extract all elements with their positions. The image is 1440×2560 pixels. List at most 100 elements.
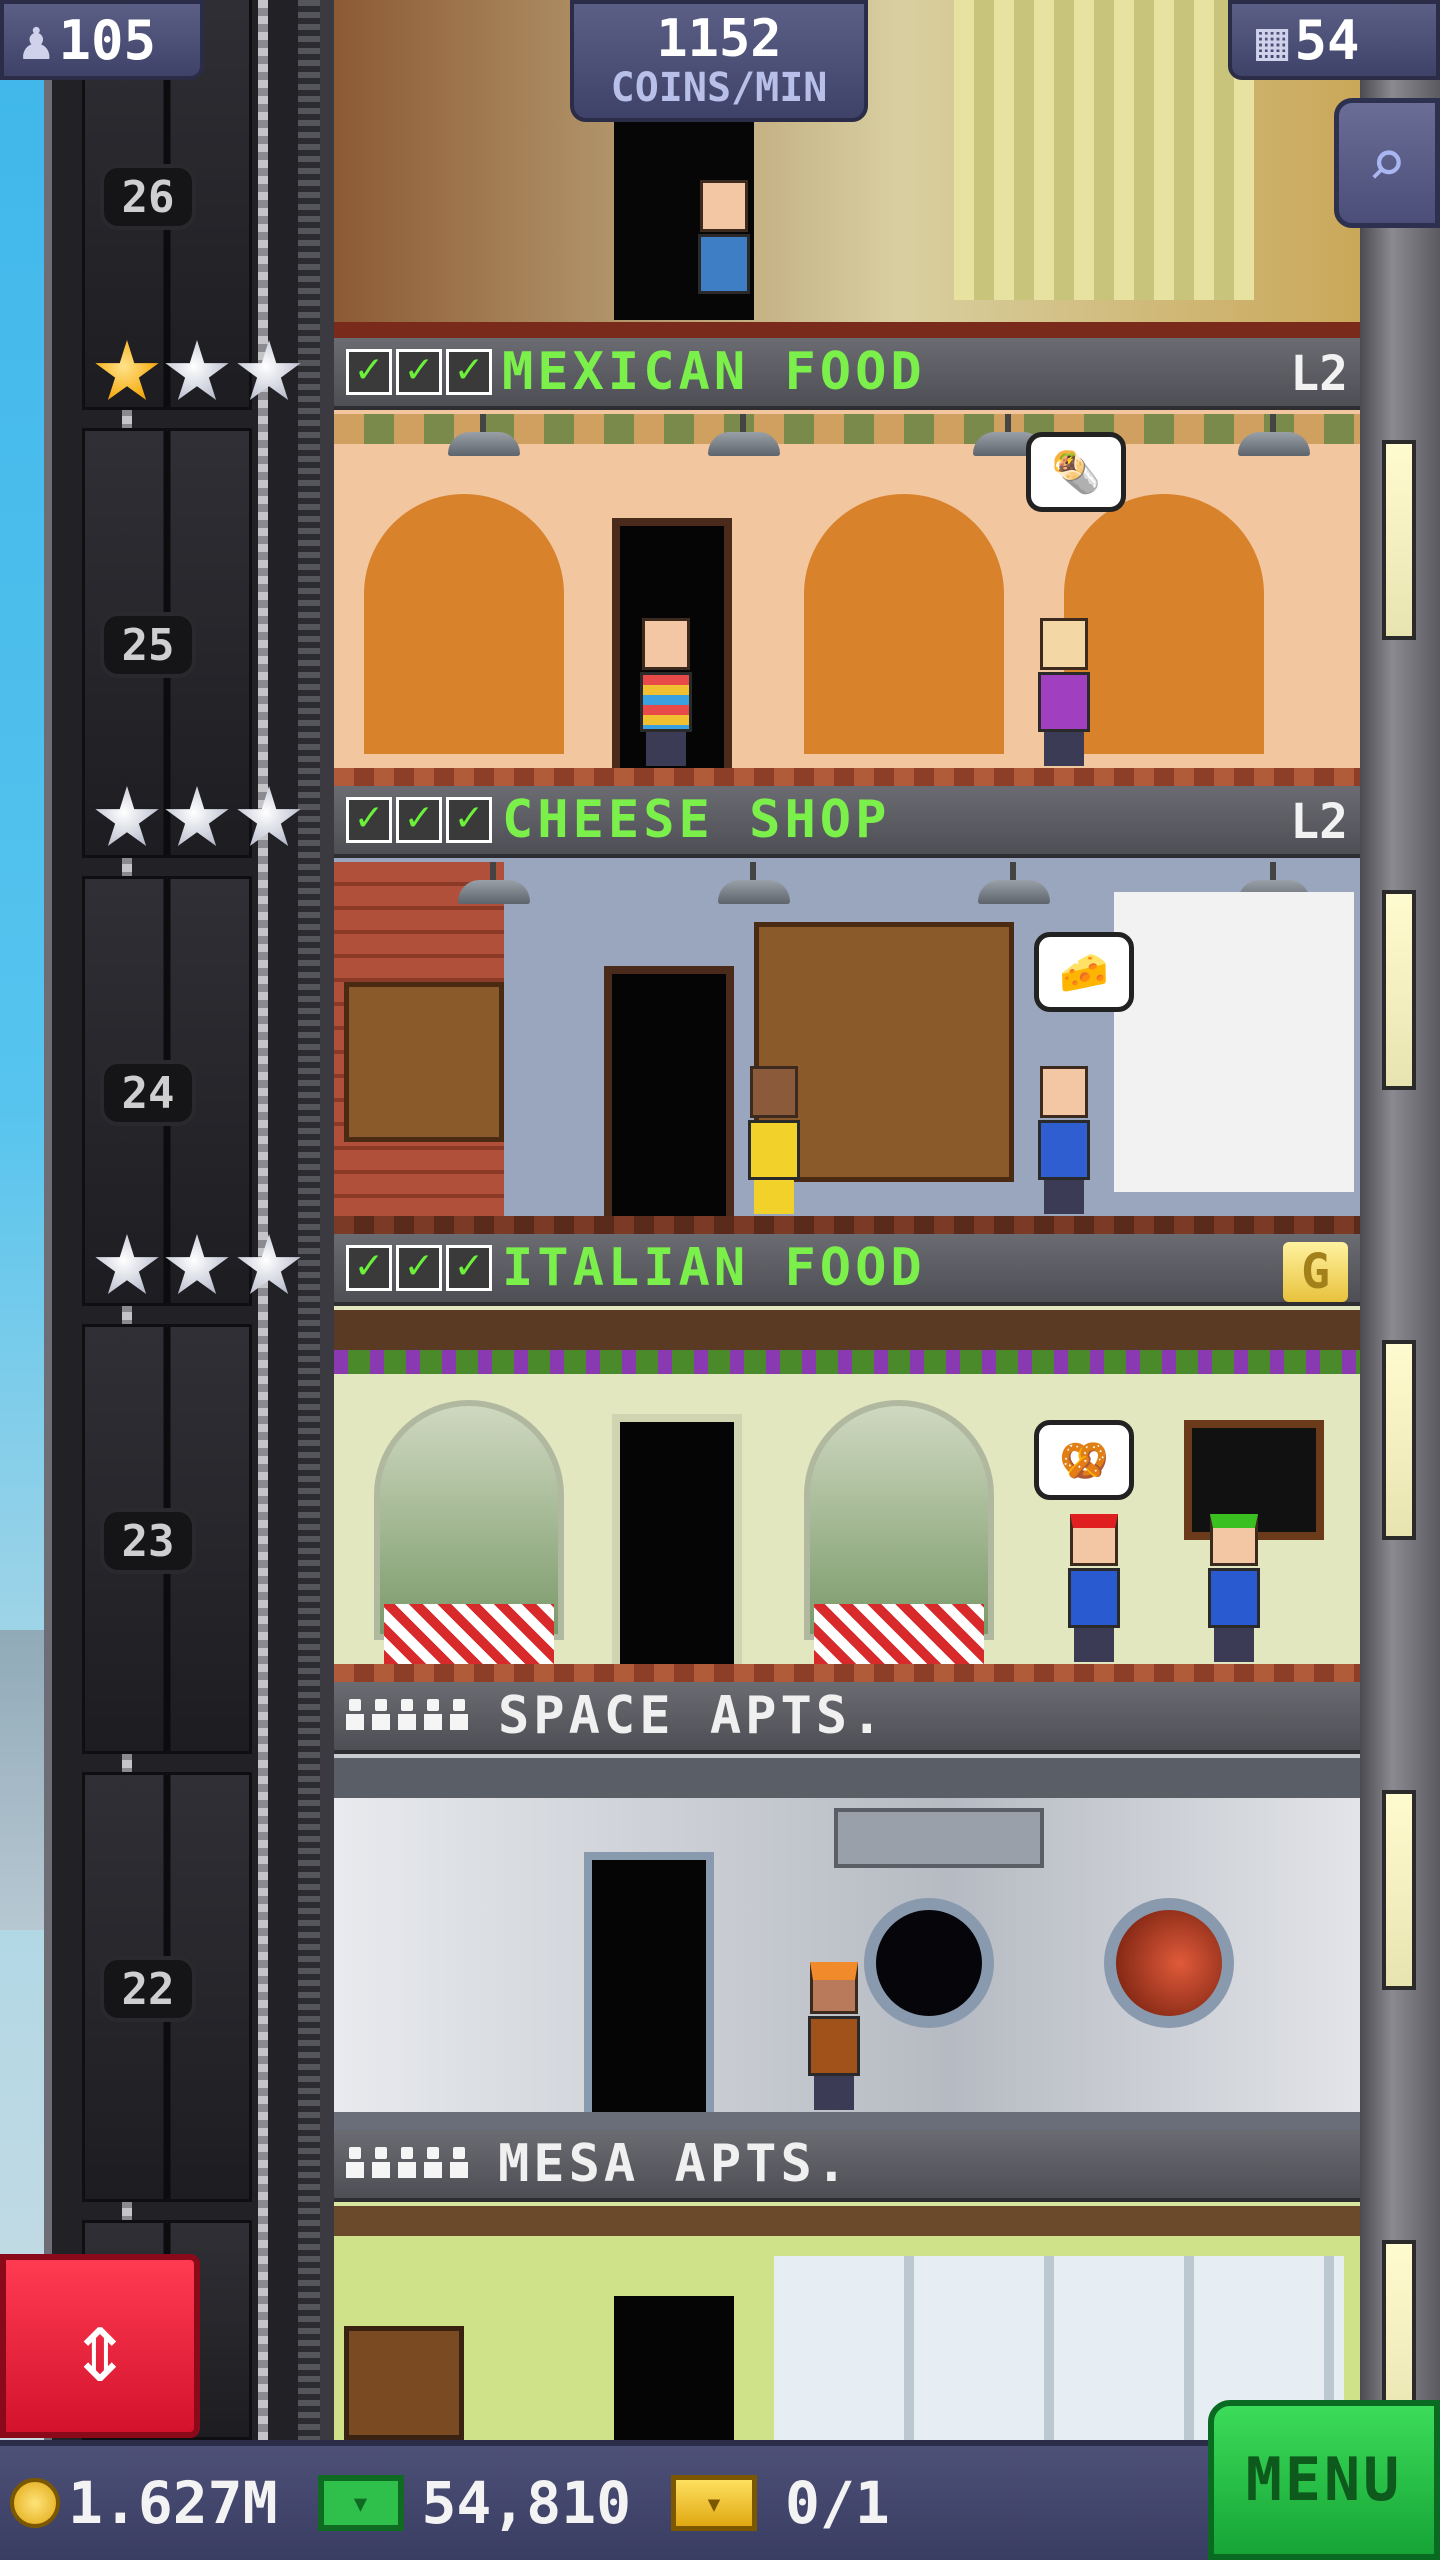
tickets-amount: 0/1	[785, 2469, 890, 2537]
sim-body	[640, 672, 692, 732]
floor-cheese-shop[interactable]: ✓ ✓ ✓ CHEESE SHOP L2 🧀	[334, 786, 1360, 1234]
resident-icon	[424, 2147, 442, 2181]
sim-head	[1040, 1066, 1088, 1118]
sim-character[interactable]	[744, 1066, 804, 1216]
sim-character[interactable]	[1204, 1514, 1264, 1664]
sim-body	[1208, 1568, 1260, 1628]
sky-background	[0, 0, 44, 2440]
resident-icon	[372, 2147, 390, 2181]
floor-mexican-food[interactable]: ✓ ✓ ✓ MEXICAN FOOD L2 🌯	[334, 338, 1360, 786]
lamp-icon	[444, 414, 524, 456]
cheese-icon: 🧀	[1034, 932, 1134, 1012]
building-icon: ▦	[1256, 8, 1289, 72]
bux-display[interactable]: ▾ 54,810	[278, 2469, 631, 2537]
sim-legs	[814, 2076, 854, 2110]
sim-body	[1038, 672, 1090, 732]
person-icon: ♟	[20, 8, 53, 72]
sim-head	[750, 1066, 798, 1118]
up-down-arrows-icon: ⇕	[69, 2287, 131, 2405]
coins-per-min-badge[interactable]: 1152 COINS/MIN	[570, 0, 868, 122]
porthole-window	[864, 1898, 994, 2028]
door	[584, 1852, 714, 2112]
floor-number: 23	[100, 1508, 196, 1574]
resident-icon	[398, 1699, 416, 1733]
sim-character[interactable]	[694, 180, 754, 330]
sim-character[interactable]	[636, 618, 696, 768]
window-light	[1382, 440, 1416, 640]
lamp-icon	[454, 862, 534, 904]
lamp-icon	[714, 862, 794, 904]
window-light	[1382, 890, 1416, 1090]
floor-label-bar[interactable]: ✓ ✓ ✓ ITALIAN FOOD G	[334, 1234, 1360, 1306]
tower-right-wall	[1360, 0, 1440, 2440]
floors-badge[interactable]: ▦ 54	[1228, 0, 1440, 80]
floor-number: 24	[100, 1060, 196, 1126]
stock-checks: ✓ ✓ ✓	[346, 1245, 492, 1291]
floor-mesa-apts[interactable]: MESA APTS.	[334, 2130, 1360, 2440]
control-panel	[834, 1808, 1044, 1868]
floor-name: MEXICAN FOOD	[502, 342, 926, 402]
population-badge[interactable]: ♟ 105	[0, 0, 204, 80]
checkered-table	[384, 1604, 554, 1664]
elevator-button[interactable]: ⇕	[0, 2254, 200, 2438]
menu-button[interactable]: MENU	[1208, 2400, 1440, 2560]
floor-number: 26	[100, 164, 196, 230]
arch-booth	[804, 494, 1004, 754]
room-interior	[334, 2206, 1360, 2440]
lamp-icon	[704, 414, 784, 456]
room-floor	[334, 768, 1360, 786]
coins-display[interactable]: 1.627M	[0, 2469, 278, 2537]
room-floor	[334, 322, 1360, 338]
resident-icon	[450, 1699, 468, 1733]
door	[614, 2296, 734, 2440]
check-icon: ✓	[346, 1245, 392, 1291]
room-floor	[334, 1664, 1360, 1682]
sim-head	[1070, 1514, 1118, 1566]
resident-icon	[372, 1699, 390, 1733]
porthole-mars	[1104, 1898, 1234, 2028]
pretzel-icon: 🥨	[1034, 1420, 1134, 1500]
coins-amount: 1.627M	[68, 2469, 278, 2537]
sim-head	[642, 618, 690, 670]
floor-label-bar[interactable]: ✓ ✓ ✓ MEXICAN FOOD L2	[334, 338, 1360, 410]
sim-character[interactable]	[1034, 1066, 1094, 1216]
resident-icon	[398, 2147, 416, 2181]
sim-body	[1038, 1120, 1090, 1180]
resident-icon	[346, 1699, 364, 1733]
search-button[interactable]: ⌕	[1334, 98, 1440, 228]
check-icon: ✓	[346, 349, 392, 395]
check-icon: ✓	[446, 1245, 492, 1291]
stock-checks: ✓ ✓ ✓	[346, 349, 492, 395]
cheese-shelf	[344, 982, 504, 1142]
room-interior	[334, 1758, 1360, 2130]
floor-space-apts[interactable]: SPACE APTS.	[334, 1682, 1360, 2130]
bookshelf	[344, 2326, 464, 2440]
check-icon: ✓	[346, 797, 392, 843]
resident-icon	[346, 2147, 364, 2181]
floor-label-bar[interactable]: SPACE APTS.	[334, 1682, 1360, 1754]
sim-character[interactable]	[1034, 618, 1094, 768]
sim-body	[698, 234, 750, 294]
floor-level-gold: G	[1283, 1242, 1348, 1302]
sim-body	[748, 1120, 800, 1180]
sim-legs	[754, 1180, 794, 1214]
golden-ticket-icon: ▾	[671, 2475, 758, 2531]
sim-character[interactable]	[1064, 1514, 1124, 1664]
sim-head	[700, 180, 748, 232]
lamp-icon	[1234, 414, 1314, 456]
floor-label-bar[interactable]: MESA APTS.	[334, 2130, 1360, 2202]
sim-character[interactable]	[804, 1962, 864, 2112]
floor-number: 25	[100, 612, 196, 678]
sim-body	[808, 2016, 860, 2076]
search-icon: ⌕	[1367, 124, 1407, 202]
floor-label-bar[interactable]: ✓ ✓ ✓ CHEESE SHOP L2	[334, 786, 1360, 858]
grape-vines	[334, 1350, 1360, 1374]
burrito-icon: 🌯	[1026, 432, 1126, 512]
coin-icon	[10, 2478, 60, 2528]
tickets-display[interactable]: ▾ 0/1	[631, 2469, 890, 2537]
floor-italian-food[interactable]: ✓ ✓ ✓ ITALIAN FOOD G 🥨	[334, 1234, 1360, 1682]
floor-name: ITALIAN FOOD	[502, 1238, 926, 1298]
coins-per-min-label: COINS/MIN	[610, 65, 828, 111]
resident-icon	[424, 1699, 442, 1733]
window-light	[1382, 1340, 1416, 1540]
